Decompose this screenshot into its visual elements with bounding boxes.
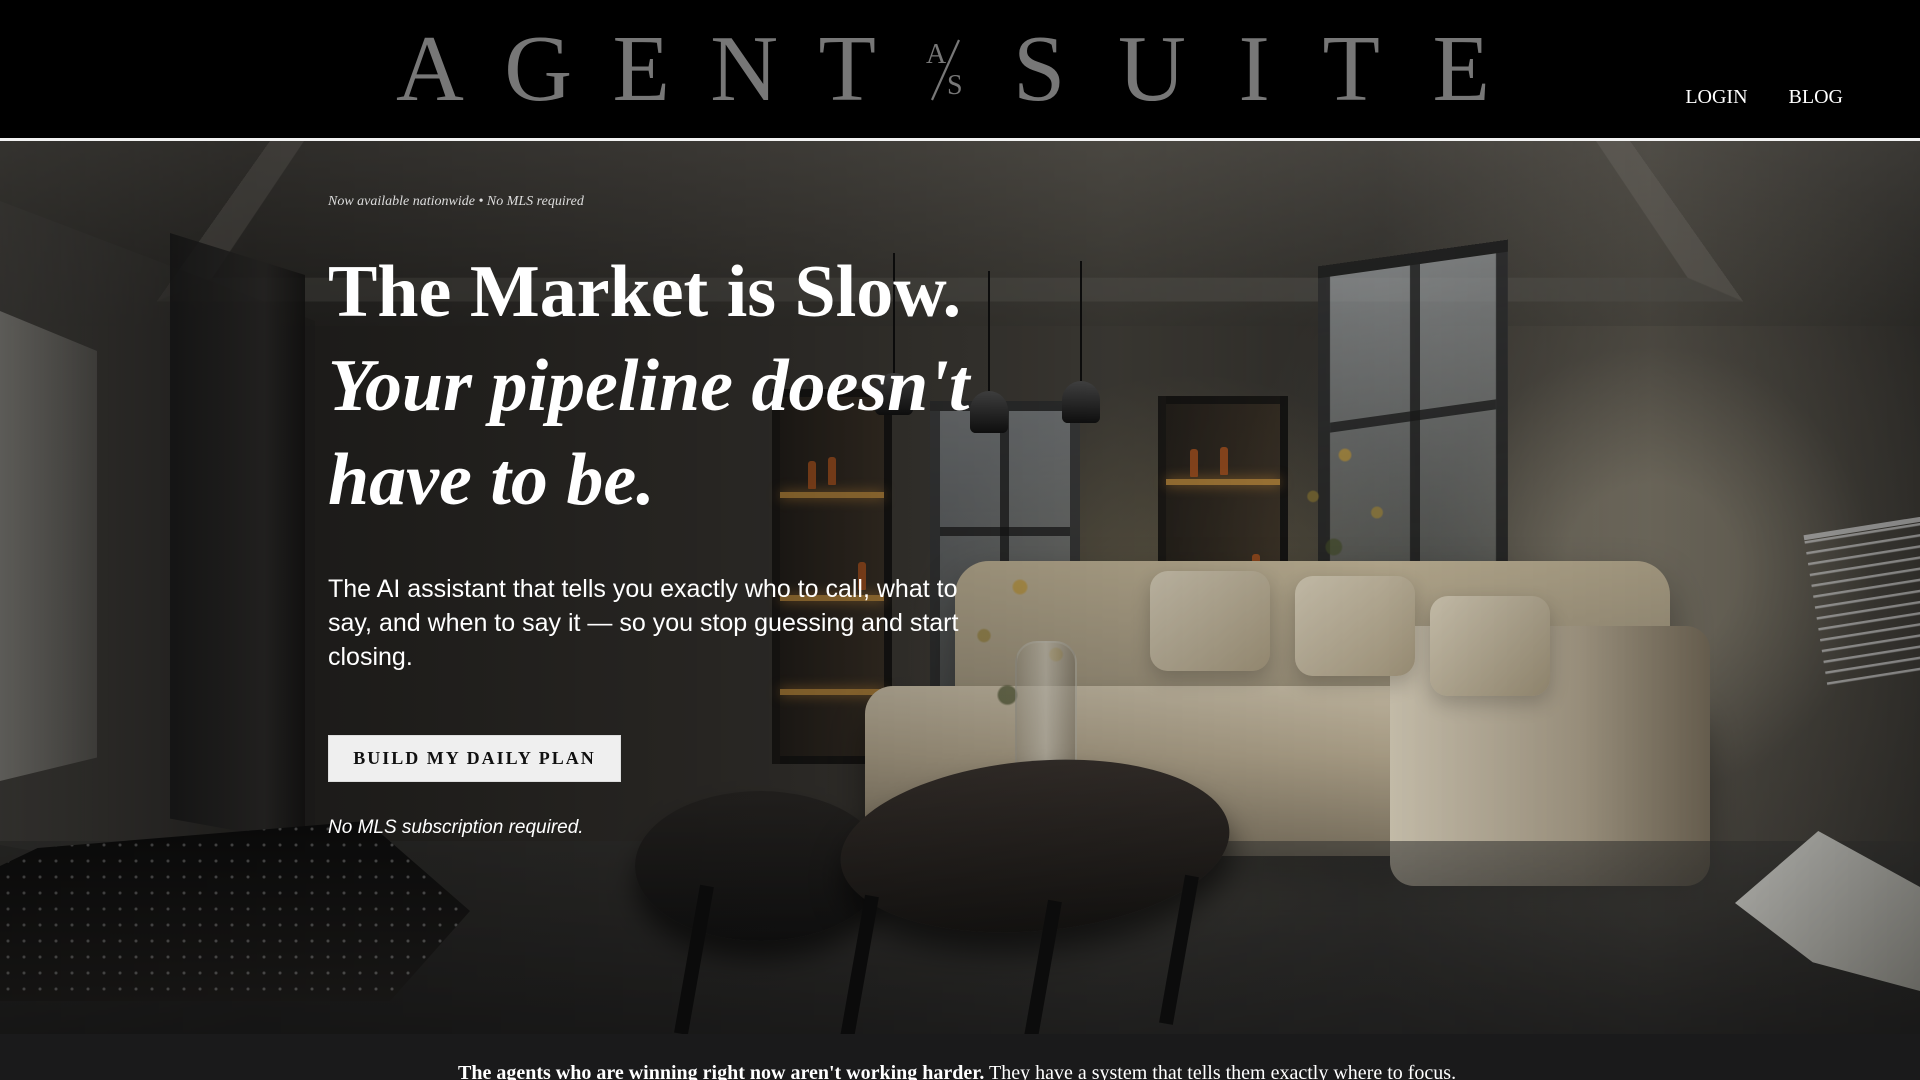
headline-line-1: The Market is Slow.: [328, 251, 962, 333]
hero-section: Now available nationwide • No MLS requir…: [0, 141, 1920, 1034]
logo-letter-t: T: [1322, 17, 1380, 121]
blog-link[interactable]: BLOG: [1789, 85, 1843, 109]
landing-page: A G E N T A S S U I T E LOGIN BLOG Now a…: [0, 0, 1920, 1080]
statement-rest-text: They have a system that tells them exact…: [989, 1062, 1457, 1080]
hero-description: The AI assistant that tells you exactly …: [328, 575, 959, 671]
logo-letter-t: T: [818, 17, 876, 121]
logo-letter-g: G: [504, 17, 573, 121]
winning-agents-statement: The agents who are winning right now are…: [458, 1061, 1508, 1080]
logo-letter-i: I: [1238, 17, 1270, 121]
hero-headline: The Market is Slow. Your pipeline doesn'…: [328, 245, 988, 527]
logo-letter-e: E: [1432, 17, 1490, 121]
headline-line-3: have to be.: [328, 439, 655, 521]
header-navigation: LOGIN BLOG: [1685, 85, 1843, 109]
logo-letter-e: E: [612, 17, 670, 121]
hero-content: Now available nationwide • No MLS requir…: [328, 193, 988, 840]
logo-letter-a: A: [396, 17, 464, 121]
no-mls-note: No MLS subscription required.: [328, 817, 584, 838]
headline-line-2: Your pipeline doesn't: [328, 345, 970, 427]
logo-suite-word: S U I T E: [1013, 17, 1490, 121]
as-monogram-icon: A S: [919, 32, 971, 106]
logo-letter-n: N: [710, 17, 779, 121]
logo-agent-word: A G E N T: [396, 17, 876, 121]
login-link[interactable]: LOGIN: [1685, 85, 1747, 109]
monogram-letter-s: S: [947, 70, 963, 101]
agent-suite-logo[interactable]: A G E N T A S S U I T E: [396, 17, 1490, 121]
statement-strong-text: The agents who are winning right now are…: [458, 1062, 985, 1080]
logo-letter-u: U: [1117, 17, 1186, 121]
site-header: A G E N T A S S U I T E LOGIN BLOG: [0, 0, 1920, 141]
availability-text: Now available nationwide • No MLS requir…: [328, 194, 584, 209]
monogram-letter-a: A: [926, 39, 947, 70]
bottom-statement-strip: The agents who are winning right now are…: [0, 1034, 1920, 1080]
build-daily-plan-button[interactable]: BUILD MY DAILY PLAN: [328, 735, 621, 782]
logo-letter-s: S: [1013, 17, 1066, 121]
